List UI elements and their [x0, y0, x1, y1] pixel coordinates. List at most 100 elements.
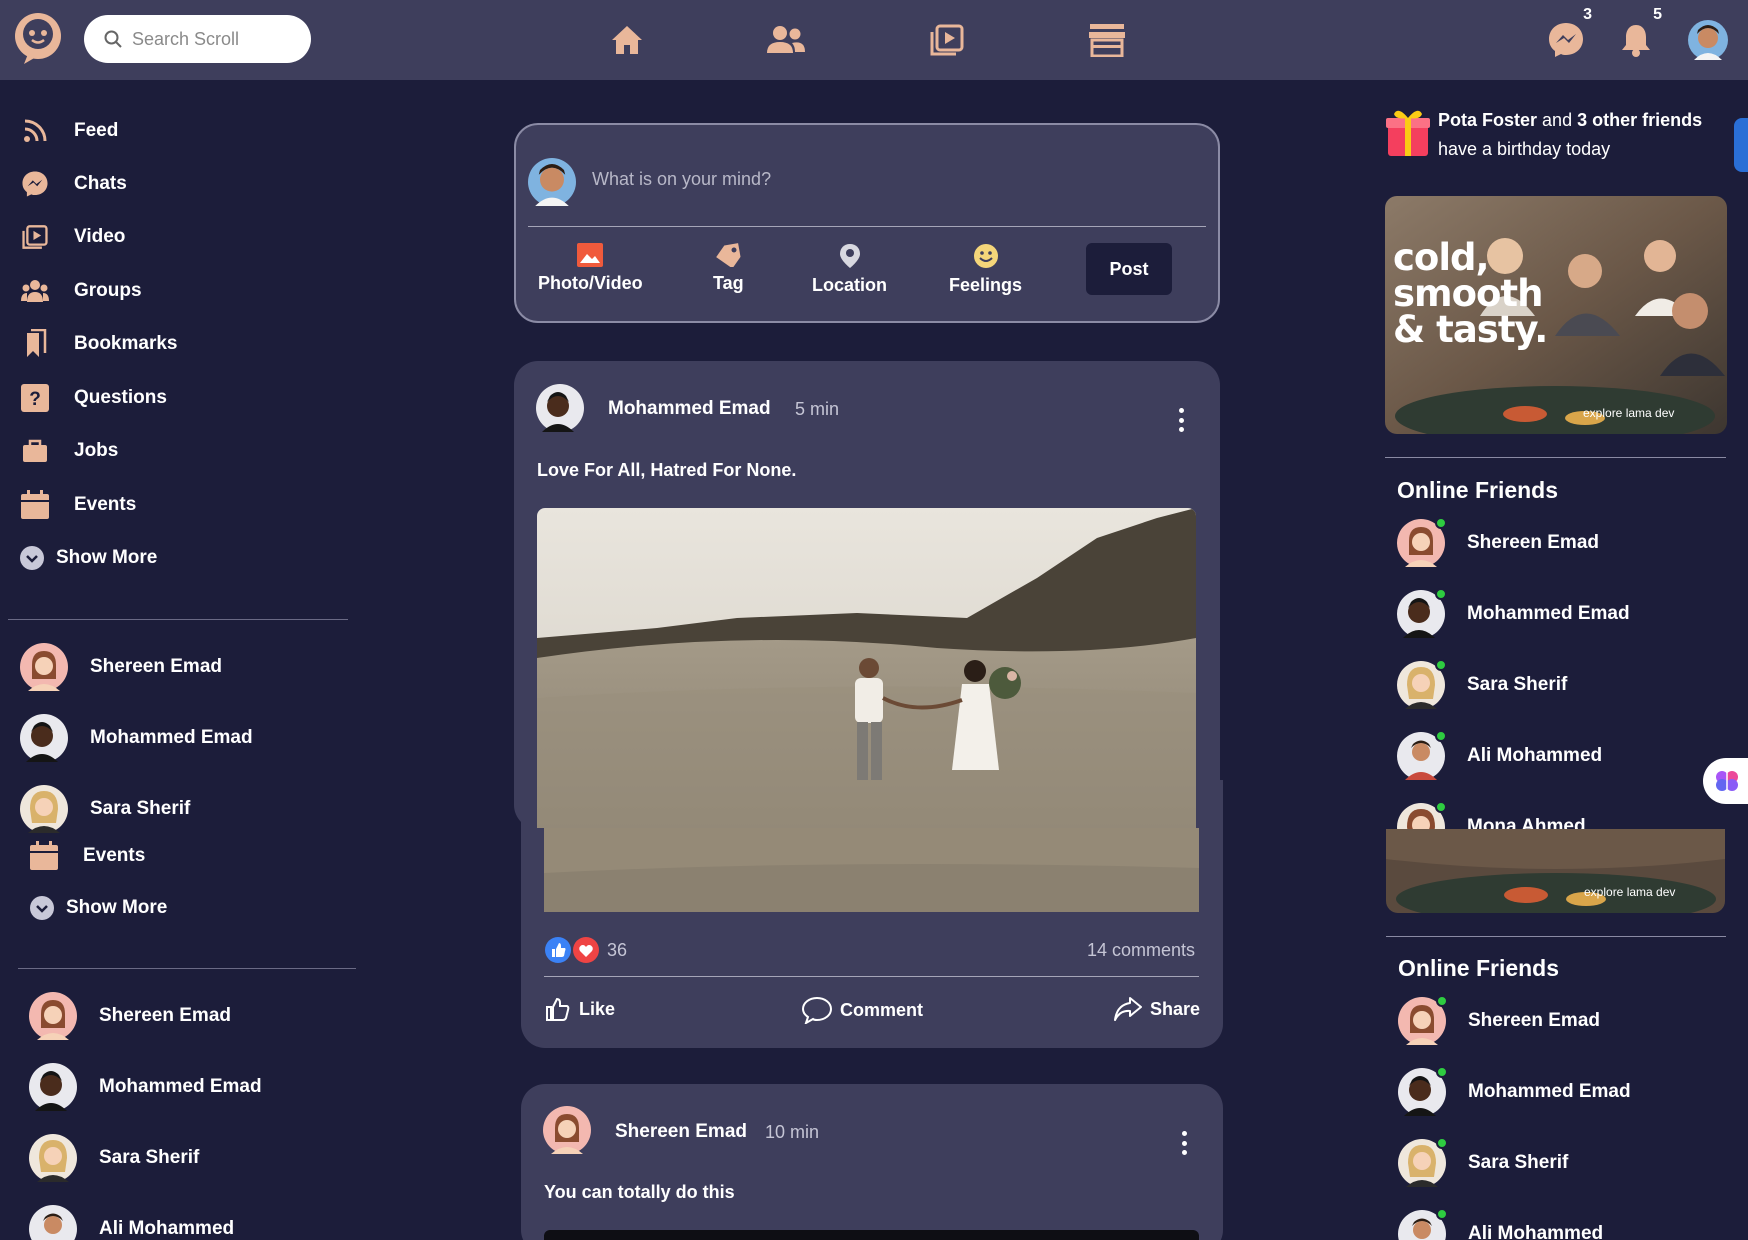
nav-marketplace[interactable]: [1085, 18, 1129, 62]
online-friend[interactable]: Sara Sherif: [1397, 659, 1567, 709]
sidebar-item-jobs[interactable]: Jobs: [20, 433, 118, 469]
video-icon: [20, 222, 50, 252]
avatar[interactable]: [543, 1106, 591, 1159]
sidebar-friend[interactable]: Mohammed Emad: [29, 1063, 262, 1111]
friends-icon: [767, 26, 805, 53]
online-friend[interactable]: Ali Mohammed: [1398, 1208, 1603, 1240]
post-text: You can totally do this: [544, 1182, 735, 1202]
sponsored-ad[interactable]: cold, smooth & tasty. explore lama dev: [1385, 196, 1727, 434]
avatar: [528, 158, 576, 211]
like-count[interactable]: 36: [607, 940, 627, 961]
sidebar-item-questions[interactable]: ? Questions: [20, 380, 167, 416]
sidebar-item-groups[interactable]: Groups: [20, 273, 142, 309]
birthday-suffix: have a birthday today: [1438, 139, 1611, 159]
post-author[interactable]: Mohammed Emad: [608, 398, 771, 420]
app-logo[interactable]: [12, 10, 64, 66]
location-button[interactable]: Location: [812, 243, 887, 296]
sidebar-item-feed[interactable]: Feed: [20, 113, 118, 149]
nav-video[interactable]: [925, 18, 969, 62]
chevron-down-icon: [30, 893, 54, 923]
share-button[interactable]: Share: [1114, 996, 1200, 1022]
online-friend[interactable]: Mohammed Emad: [1398, 1066, 1631, 1116]
avatar: [29, 992, 77, 1040]
search-input[interactable]: [132, 28, 292, 50]
post-button[interactable]: Post: [1086, 243, 1172, 295]
friend-name: Mona Ahmed: [1467, 816, 1586, 829]
sidebar-item-label: Video: [74, 226, 126, 247]
search-bar[interactable]: [84, 15, 311, 63]
sidebar-item-label: Bookmarks: [74, 333, 178, 354]
like-button[interactable]: Like: [545, 996, 615, 1022]
online-friend[interactable]: Ali Mohammed: [1397, 730, 1602, 780]
online-friend[interactable]: Mohammed Emad: [1397, 588, 1630, 638]
action-label: Location: [812, 275, 887, 295]
ad-caption: explore lama dev: [1584, 885, 1676, 899]
notifications-button[interactable]: 5: [1614, 6, 1662, 62]
thumbs-up-icon: [546, 997, 570, 1021]
nav-home[interactable]: [605, 18, 649, 62]
sponsored-ad[interactable]: explore lama dev: [1386, 829, 1725, 913]
online-friend[interactable]: Sara Sherif: [1398, 1137, 1568, 1187]
post-divider: [544, 976, 1199, 977]
feelings-button[interactable]: Feelings: [949, 243, 1022, 296]
home-icon: [612, 26, 642, 54]
sidebar-item-chats[interactable]: Chats: [20, 166, 127, 202]
gift-icon: [1386, 106, 1430, 163]
online-status-dot: [1435, 517, 1447, 529]
scrollbar-thumb[interactable]: [1734, 118, 1748, 172]
chevron-down-icon: [20, 543, 44, 573]
sidebar-item-video[interactable]: Video: [20, 219, 125, 255]
sidebar-friend[interactable]: Shereen Emad: [20, 643, 222, 691]
question-icon: ?: [20, 383, 50, 413]
avatar: [1688, 20, 1728, 60]
svg-text:?: ?: [29, 389, 41, 410]
post-image[interactable]: [537, 508, 1196, 828]
online-status-dot: [1436, 1137, 1448, 1149]
sidebar-item-label: Events: [74, 494, 137, 515]
comment-label: Comment: [840, 999, 924, 1020]
avatar[interactable]: [536, 384, 584, 437]
show-more-button[interactable]: Show More: [30, 890, 167, 926]
sidebar-item-events[interactable]: Events: [20, 487, 136, 523]
show-more-button[interactable]: Show More: [20, 540, 157, 576]
comment-count[interactable]: 14 comments: [1087, 940, 1195, 961]
online-friend[interactable]: Shereen Emad: [1397, 517, 1599, 567]
like-label: Like: [579, 998, 616, 1019]
sidebar-friend[interactable]: Shereen Emad: [29, 992, 231, 1040]
sidebar-friend[interactable]: Sara Sherif: [20, 785, 190, 833]
share-label: Share: [1150, 998, 1201, 1019]
action-label: Tag: [713, 273, 744, 293]
avatar: [29, 1205, 77, 1240]
sidebar-item-bookmarks[interactable]: Bookmarks: [20, 326, 178, 362]
tag-button[interactable]: Tag: [713, 243, 744, 294]
sidebar-item-events[interactable]: Events: [29, 838, 145, 874]
ad-headline-line: smooth: [1393, 272, 1543, 315]
sidebar-friend[interactable]: Sara Sherif: [29, 1134, 199, 1182]
online-friends-title: Online Friends: [1398, 955, 1560, 981]
online-status-dot: [1436, 1208, 1448, 1220]
post-time: 10 min: [765, 1122, 820, 1142]
post-text: Love For All, Hatred For None.: [537, 460, 797, 480]
online-friend[interactable]: Shereen Emad: [1398, 995, 1600, 1045]
composer-input[interactable]: What is on your mind?: [592, 169, 771, 190]
online-friend-clipped[interactable]: Mona Ahmed: [1386, 795, 1731, 829]
search-icon: [104, 30, 122, 48]
sidebar-friend[interactable]: Mohammed Emad: [20, 714, 253, 762]
post-menu-icon[interactable]: [1180, 1131, 1188, 1155]
avatar: [20, 785, 68, 833]
right-divider: [1385, 457, 1726, 458]
sidebar-friend[interactable]: Ali Mohammed: [29, 1205, 234, 1240]
photo-video-button[interactable]: Photo/Video: [538, 243, 643, 294]
friend-name: Mohammed Emad: [1468, 1081, 1631, 1102]
post-author[interactable]: Shereen Emad: [615, 1121, 747, 1143]
post-menu-icon[interactable]: [1177, 408, 1185, 432]
messages-button[interactable]: 3: [1544, 6, 1592, 62]
nav-friends[interactable]: [764, 18, 808, 62]
assistant-button[interactable]: [1703, 758, 1748, 804]
birthday-notice[interactable]: Pota Foster and 3 other friends have a b…: [1438, 106, 1728, 164]
post-image[interactable]: [544, 1230, 1199, 1240]
online-status-dot: [1435, 801, 1447, 813]
comment-button[interactable]: Comment: [802, 996, 923, 1024]
friend-name: Shereen Emad: [1468, 1010, 1600, 1031]
profile-avatar[interactable]: [1686, 18, 1730, 62]
